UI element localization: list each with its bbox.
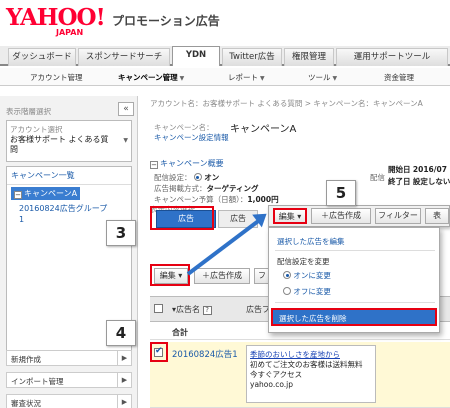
delivery-status-label: 配信 [370, 173, 385, 182]
yahoo-logo[interactable]: YAHOO! [6, 4, 106, 31]
main-tabs: ダッシュボード スポンサードサーチ YDN Twitter広告 権限管理 運用サ… [0, 46, 450, 66]
display-level-label: 表示階層選択 [6, 107, 51, 116]
col-ad[interactable]: 広告プ [246, 304, 270, 315]
help-icon[interactable]: ? [202, 306, 212, 315]
account-select-value-1: お客様サポート よくある質 [10, 135, 109, 144]
radio-on-icon [283, 271, 291, 279]
chevron-right-icon: ▶ [117, 351, 131, 365]
radio-off-icon [283, 287, 291, 295]
highlight-row-checkbox [150, 342, 168, 362]
sub-navigation: アカウント管理 キャンペーン管理 ▼ レポート ▼ ツール ▼ 资金管理 [0, 68, 450, 86]
menu-divider [275, 302, 435, 303]
create-ad-button[interactable]: ＋広告作成 [194, 268, 250, 284]
end-date: 終了日 設定しない [388, 177, 450, 186]
yahoo-logo-sub: JAPAN [56, 28, 84, 37]
sidebar-new-create[interactable]: 新規作成 ▶ [6, 350, 132, 366]
highlight-edit-button [150, 264, 190, 286]
popup-edit-button[interactable]: 編集 ▾ [273, 208, 307, 224]
delivery-setting-row: 配信設定： オン [154, 173, 220, 182]
tab-sponsored-search[interactable]: スポンサードサーチ [78, 48, 170, 66]
collapse-icon: − [150, 161, 158, 169]
ad-name-link[interactable]: 20160824広告1 [172, 348, 238, 360]
tree-item-adgroup[interactable]: 20160824広告グループ [19, 203, 107, 214]
ad-preview: 季節のおいしさを産地から 初めてご注文のお客様は送料無料 今すぐアクセス yah… [246, 345, 376, 403]
ad-preview-desc-1: 初めてご注文のお客様は送料無料 [250, 360, 363, 369]
start-date: 開始日 2016/07 [388, 165, 447, 174]
sidebar-collapse-button[interactable]: « [118, 102, 134, 116]
menu-delete-selected[interactable]: 選択した広告を削除 [271, 308, 437, 326]
step-3-callout: 3 [106, 220, 136, 246]
chevron-down-icon: ▼ [123, 137, 128, 144]
sidebar-review-status[interactable]: 審査状況 ▶ [6, 394, 132, 408]
plus-icon: ＋ [321, 211, 329, 220]
menu-delivery-change-label: 配信設定を変更 [277, 257, 330, 266]
subnav-account[interactable]: アカウント管理 [30, 72, 83, 83]
account-select[interactable]: アカウント選択 お客様サポート よくある質 問 ▼ [6, 120, 132, 162]
subnav-tools[interactable]: ツール ▼ [308, 72, 337, 83]
chevron-down-icon: ▼ [179, 75, 185, 82]
tree-item-campaign-a[interactable]: − キャンペーンA [11, 187, 81, 200]
menu-edit-selected[interactable]: 選択した広告を編集 [277, 236, 345, 247]
product-title: プロモーション広告 [112, 14, 220, 28]
subnav-campaign[interactable]: キャンペーン管理 ▼ [118, 72, 184, 83]
menu-turn-off[interactable]: オフに変更 [283, 286, 331, 297]
menu-turn-on[interactable]: オンに変更 [283, 270, 331, 281]
chevron-down-icon: ▾ [297, 212, 302, 221]
tab-twitter-ads[interactable]: Twitter広告 [222, 48, 282, 66]
delivery-on-radio[interactable] [193, 173, 202, 181]
campaign-list-title[interactable]: キャンペーン一覧 [7, 167, 131, 185]
tree-item-adgroup-cont[interactable]: 1 [19, 215, 24, 224]
popup-create-ad-button[interactable]: ＋広告作成 [311, 208, 371, 224]
sidebar: 表示階層選択 « アカウント選択 お客様サポート よくある質 問 ▼ キャンペー… [0, 96, 138, 408]
account-select-label: アカウント選択 [10, 125, 63, 134]
breadcrumb[interactable]: アカウント名：お客様サポート よくある質問 > キャンペーン名：キャンペーンA [150, 98, 423, 109]
chevron-down-icon: ▼ [332, 75, 338, 82]
popup-filter-button[interactable]: フィルター [375, 208, 421, 224]
ad-preview-title[interactable]: 季節のおいしさを産地から [250, 349, 372, 360]
chevron-down-icon: ▼ [260, 75, 265, 82]
campaign-settings-link[interactable]: キャンペーン設定情報 [154, 132, 229, 143]
tab-ydn[interactable]: YDN [172, 46, 220, 66]
step-4-callout: 4 [106, 320, 136, 346]
subnav-funds[interactable]: 资金管理 [384, 72, 414, 83]
campaign-name: キャンペーンA [230, 124, 297, 135]
step-5-callout: 5 [326, 180, 356, 206]
ad-preview-desc-2: 今すぐアクセス [250, 370, 303, 379]
chevron-right-icon: ▶ [117, 395, 131, 408]
chevron-right-icon: ▶ [117, 373, 131, 387]
table-row: 20160824広告1 季節のおいしさを産地から 初めてご注文のお客様は送料無料… [150, 342, 450, 408]
edit-menu: 選択した広告を編集 配信設定を変更 オンに変更 オフに変更 選択した広告を削除 [268, 227, 440, 333]
plus-icon: ＋ [202, 271, 210, 280]
collapse-icon[interactable]: − [14, 191, 22, 199]
app-header: YAHOO! JAPAN プロモーション広告 [0, 0, 450, 44]
subnav-report[interactable]: レポート ▼ [228, 72, 265, 83]
campaign-overview-toggle[interactable]: − キャンペーン概要 [150, 158, 224, 169]
popup-display-button[interactable]: 表 [425, 208, 449, 224]
highlight-ad-tab [150, 206, 214, 230]
tab-permissions[interactable]: 権限管理 [284, 48, 334, 66]
tab-support-tools[interactable]: 運用サポートツール [336, 48, 448, 66]
select-all-checkbox[interactable] [154, 304, 163, 313]
account-select-value-2: 問 [10, 145, 18, 154]
menu-divider [275, 250, 435, 251]
sidebar-import[interactable]: インポート管理 ▶ [6, 372, 132, 388]
ad-preview-url: yahoo.co.jp [250, 380, 294, 389]
popup-toolbar: 編集 ▾ ＋広告作成 フィルター 表 [268, 205, 450, 227]
total-label: 合計 [172, 328, 188, 337]
col-ad-name[interactable]: ▾広告名 ? [172, 304, 212, 315]
tab-dashboard[interactable]: ダッシュボード [8, 48, 76, 66]
ad-format-row: 広告掲載方式：ターゲティング [154, 184, 259, 193]
screen: YAHOO! JAPAN プロモーション広告 ダッシュボード スポンサードサーチ… [0, 0, 450, 408]
